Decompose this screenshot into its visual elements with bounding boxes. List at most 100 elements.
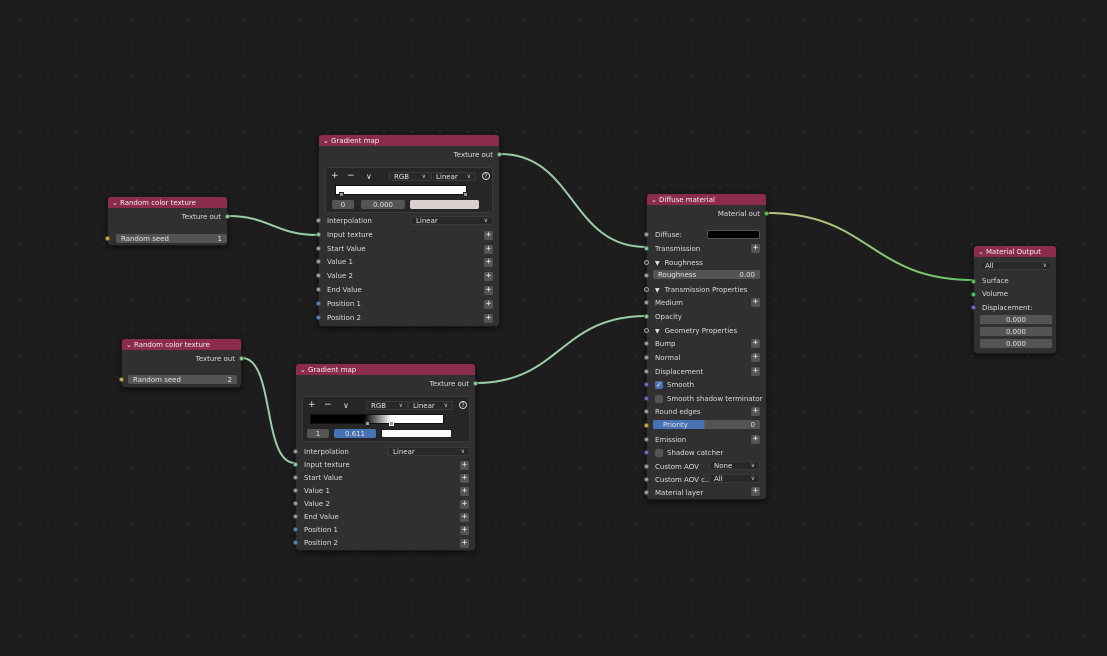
help-icon[interactable]: ? <box>459 401 467 409</box>
add-input-button[interactable]: + <box>460 461 469 470</box>
add-input-button[interactable]: + <box>460 474 469 483</box>
stop-index-field[interactable]: 1 <box>307 429 329 438</box>
stop-color-swatch[interactable] <box>381 429 452 438</box>
stop-position-field[interactable]: 0.000 <box>361 200 405 209</box>
add-input-button[interactable]: + <box>484 231 493 240</box>
add-input-button[interactable]: + <box>460 526 469 535</box>
bump-row: Bump <box>647 338 766 350</box>
collapse-chevron-icon[interactable]: ⌄ <box>112 199 120 207</box>
interpolation-dropdown[interactable]: Linear ∨ <box>411 216 493 225</box>
gradient-bar[interactable] <box>335 185 467 195</box>
output-socket[interactable] <box>497 152 502 157</box>
random-seed-field[interactable]: Random seed 1 <box>116 234 227 243</box>
add-input-button[interactable]: + <box>484 314 493 323</box>
roughness-section-header[interactable]: ▼ Roughness <box>647 257 766 269</box>
interpolation-mode-dropdown[interactable]: Linear ∨ <box>431 172 476 181</box>
add-input-button[interactable]: + <box>751 244 760 253</box>
interpolation-dropdown[interactable]: Linear ∨ <box>388 447 470 456</box>
smooth-shadow-row[interactable]: Smooth shadow terminator <box>647 393 766 405</box>
target-dropdown[interactable]: All ∨ <box>980 261 1052 270</box>
node-header[interactable]: ⌄ Random color texture <box>108 197 227 208</box>
add-input-button[interactable]: + <box>751 407 760 416</box>
color-mode-dropdown[interactable]: RGB ∨ <box>366 401 408 410</box>
random-seed-field[interactable]: Random seed 2 <box>128 375 237 384</box>
gradient-bar[interactable] <box>310 414 444 424</box>
add-input-button[interactable]: + <box>751 367 760 376</box>
add-input-button[interactable]: + <box>460 513 469 522</box>
node-header[interactable]: ⌄ Diffuse material <box>647 194 766 205</box>
node-header[interactable]: ⌄ Random color texture <box>122 339 241 350</box>
color-stop-handle[interactable] <box>389 421 394 426</box>
add-input-button[interactable]: + <box>460 500 469 509</box>
add-input-button[interactable]: + <box>484 272 493 281</box>
node-material-output[interactable]: ⌄ Material Output All ∨ Surface Volume Dis… <box>971 245 1057 354</box>
color-mode-dropdown[interactable]: RGB ∨ <box>389 172 431 181</box>
add-stop-button[interactable]: + <box>308 401 316 410</box>
interpolation-mode-dropdown[interactable]: Linear ∨ <box>408 401 453 410</box>
add-input-button[interactable]: + <box>484 286 493 295</box>
collapse-chevron-icon[interactable]: ⌄ <box>978 248 986 256</box>
material-out-socket[interactable] <box>764 211 769 216</box>
roughness-socket[interactable] <box>644 273 649 278</box>
stop-color-swatch[interactable] <box>410 200 479 209</box>
shadow-catcher-checkbox[interactable] <box>655 449 663 457</box>
seed-socket[interactable] <box>105 236 110 241</box>
color-stop-handle[interactable] <box>339 192 344 197</box>
priority-field[interactable]: Priority 0 <box>653 420 760 429</box>
color-stop-handle[interactable] <box>365 421 370 426</box>
help-icon[interactable]: ? <box>482 172 490 180</box>
collapse-chevron-icon[interactable]: ⌄ <box>126 341 134 349</box>
add-input-button[interactable]: + <box>751 298 760 307</box>
displacement-y-field[interactable]: 0.000 <box>980 327 1052 336</box>
stop-index-field[interactable]: 0 <box>332 200 354 209</box>
shadow-catcher-row[interactable]: Shadow catcher <box>647 447 766 459</box>
add-input-button[interactable]: + <box>460 487 469 496</box>
remove-stop-button[interactable]: − <box>347 172 355 181</box>
diffuse-color-swatch[interactable] <box>707 230 760 239</box>
seed-socket[interactable] <box>119 377 124 382</box>
add-input-button[interactable]: + <box>751 353 760 362</box>
collapse-chevron-icon[interactable]: ⌄ <box>300 366 308 374</box>
node-random-color-texture-2[interactable]: ⌄ Random color texture Texture out Random… <box>119 338 244 388</box>
node-header[interactable]: ⌄ Gradient map <box>296 364 475 375</box>
geometry-props-header[interactable]: ▼ Geometry Properties <box>647 325 766 337</box>
collapse-chevron-icon[interactable]: ⌄ <box>651 196 659 204</box>
add-stop-button[interactable]: + <box>331 172 339 181</box>
menu-chevron-icon[interactable]: ∨ <box>343 401 349 410</box>
remove-stop-button[interactable]: − <box>324 401 332 410</box>
smooth-checkbox[interactable]: ✓ <box>655 381 663 389</box>
node-gradient-map-1[interactable]: ⌄ Gradient map Texture out + − ∨ RGB ∨ Lin… <box>316 134 502 327</box>
chevron-down-icon: ∨ <box>483 217 488 224</box>
custom-aov-c-dropdown[interactable]: All ∨ <box>709 474 760 483</box>
smooth-row[interactable]: ✓ Smooth <box>647 379 766 391</box>
node-header[interactable]: ⌄ Gradient map <box>319 135 499 146</box>
add-input-button[interactable]: + <box>484 300 493 309</box>
add-input-button[interactable]: + <box>484 245 493 254</box>
node-diffuse-material[interactable]: ⌄ Diffuse material Material out Diffuse: … <box>644 193 769 500</box>
color-stop-handle[interactable] <box>463 192 468 197</box>
transmission-props-header[interactable]: ▼ Transmission Properties <box>647 284 766 296</box>
node-random-color-texture-1[interactable]: ⌄ Random color texture Texture out Random… <box>105 196 230 246</box>
add-input-button[interactable]: + <box>751 339 760 348</box>
position2-row: Position 2 <box>319 312 499 324</box>
add-input-button[interactable]: + <box>484 258 493 267</box>
displacement-z-field[interactable]: 0.000 <box>980 339 1052 348</box>
node-gradient-map-2[interactable]: ⌄ Gradient map Texture out + − ∨ RGB ∨ Lin… <box>293 363 478 551</box>
gradient-editor: + − ∨ RGB ∨ Linear ∨ ? 0 0.000 <box>325 167 493 213</box>
menu-chevron-icon[interactable]: ∨ <box>366 172 372 181</box>
smooth-shadow-checkbox[interactable] <box>655 395 663 403</box>
displacement-x-field[interactable]: 0.000 <box>980 315 1052 324</box>
add-input-button[interactable]: + <box>751 435 760 444</box>
roughness-field[interactable]: Roughness 0.00 <box>653 270 760 279</box>
stop-position-field[interactable]: 0.611 <box>334 429 376 438</box>
priority-socket[interactable] <box>644 423 649 428</box>
custom-aov-dropdown[interactable]: None ∨ <box>709 461 760 470</box>
smooth-label: Smooth <box>667 381 695 389</box>
output-socket[interactable] <box>473 381 478 386</box>
output-socket[interactable] <box>225 214 230 219</box>
add-input-button[interactable]: + <box>460 539 469 548</box>
node-header[interactable]: ⌄ Material Output <box>974 246 1056 257</box>
output-socket[interactable] <box>239 356 244 361</box>
collapse-chevron-icon[interactable]: ⌄ <box>323 137 331 145</box>
add-input-button[interactable]: + <box>751 487 760 496</box>
